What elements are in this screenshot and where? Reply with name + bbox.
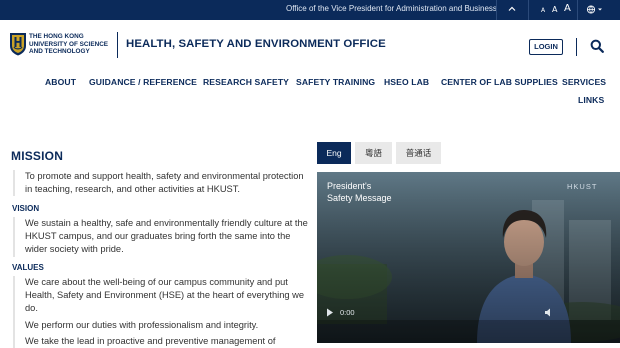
topbar-divider (496, 0, 497, 20)
university-name-line: THE HONG KONG (29, 33, 84, 40)
font-size-small-button[interactable]: A (541, 5, 545, 17)
vision-block: We sustain a healthy, safe and environme… (13, 217, 313, 257)
search-icon[interactable] (590, 39, 604, 53)
globe-icon (586, 5, 596, 14)
values-text: We take the lead in proactive and preven… (25, 335, 276, 346)
header-divider (117, 32, 118, 58)
vision-text: We sustain a healthy, safe and environme… (25, 218, 308, 255)
site-header: THE HONG KONG UNIVERSITY OF SCIENCE AND … (0, 20, 620, 70)
header-divider (576, 38, 577, 56)
caret-down-icon (598, 8, 602, 11)
video-caption-line: President's (327, 181, 372, 191)
nav-item-about[interactable]: ABOUT (45, 77, 76, 87)
nav-item-links[interactable]: LINKS (578, 95, 604, 105)
video-time: 0:00 (340, 308, 355, 317)
vision-heading: VISION (12, 204, 40, 213)
presidents-safety-message-video[interactable]: President's Safety Message HKUST 0:00 (317, 172, 620, 343)
top-utility-bar: Office of the Vice President for Adminis… (0, 0, 620, 20)
nav-item-center-of-lab-supplies[interactable]: CENTER OF LAB SUPPLIES (441, 77, 558, 87)
nav-item-safety-training[interactable]: SAFETY TRAINING (296, 77, 375, 87)
nav-item-research-safety[interactable]: RESEARCH SAFETY (203, 77, 289, 87)
nav-item-guidance-reference[interactable]: GUIDANCE / REFERENCE (89, 77, 197, 87)
main-navigation: ABOUT GUIDANCE / REFERENCE RESEARCH SAFE… (0, 70, 620, 108)
language-selector[interactable] (585, 3, 605, 16)
chevron-up-icon[interactable] (507, 4, 517, 14)
mission-heading: MISSION (11, 149, 64, 163)
university-name-line: UNIVERSITY OF SCIENCE (29, 40, 109, 48)
play-icon[interactable] (326, 308, 334, 319)
university-name-line: AND TECHNOLOGY (29, 48, 90, 55)
font-size-medium-button[interactable]: A (552, 4, 557, 16)
values-heading: VALUES (12, 263, 44, 272)
site-title[interactable]: HEALTH, SAFETY AND ENVIRONMENT OFFICE (126, 38, 386, 50)
video-brand-logo: HKUST (567, 182, 598, 191)
font-size-large-button[interactable]: A (564, 3, 571, 15)
values-block: We care about the well-being of our camp… (13, 276, 313, 348)
mission-block: To promote and support health, safety an… (13, 170, 313, 197)
login-button[interactable]: LOGIN (529, 39, 563, 55)
tab-cantonese[interactable]: 粵語 (355, 142, 392, 164)
nav-item-services[interactable]: SERVICES (562, 77, 606, 87)
values-text: We perform our duties with professionali… (25, 319, 259, 330)
topbar-divider (528, 0, 529, 20)
topbar-divider (577, 0, 578, 20)
tab-eng[interactable]: Eng (317, 142, 351, 164)
hkust-logo-icon[interactable] (9, 32, 27, 56)
values-text: We care about the well-being of our camp… (25, 277, 305, 314)
mission-text: To promote and support health, safety an… (25, 171, 304, 195)
tab-mandarin[interactable]: 普通话 (396, 142, 441, 164)
university-name[interactable]: THE HONG KONG UNIVERSITY OF SCIENCE AND … (29, 33, 113, 56)
volume-icon[interactable] (544, 308, 554, 319)
office-vp-link[interactable]: Office of the Vice President for Adminis… (286, 4, 497, 13)
video-caption-line: Safety Message (327, 193, 392, 203)
video-caption: President's Safety Message (327, 180, 392, 204)
nav-item-hseo-lab[interactable]: HSEO LAB (384, 77, 429, 87)
